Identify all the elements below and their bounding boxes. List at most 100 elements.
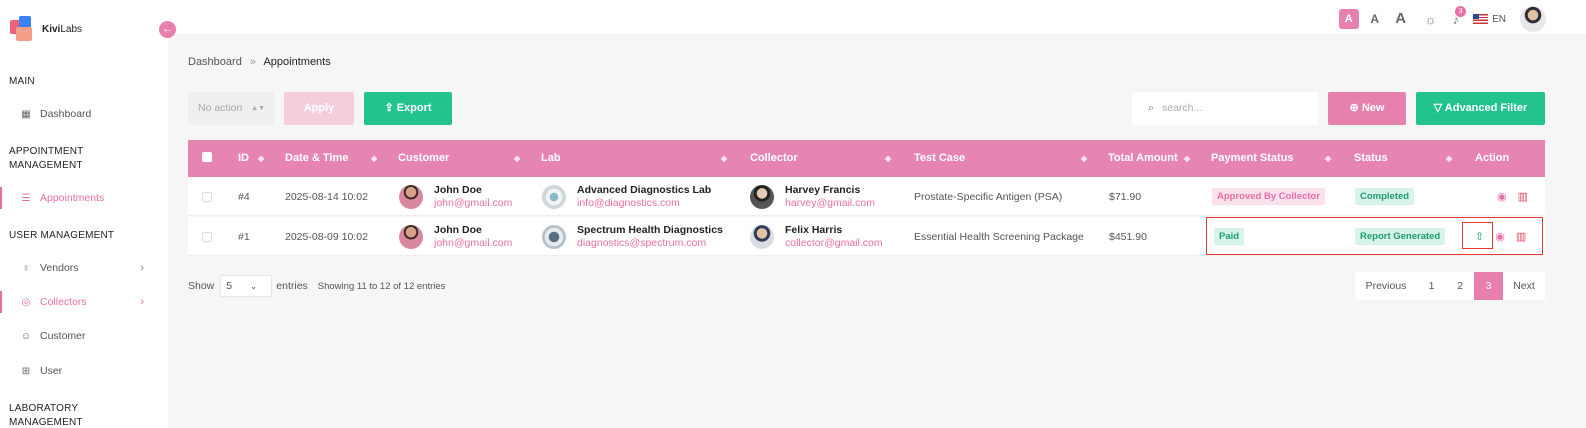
- lab-email-link[interactable]: diagnostics@spectrum.com: [577, 237, 723, 250]
- column-id[interactable]: ID ◆: [238, 140, 264, 177]
- customer-avatar: [399, 184, 423, 209]
- column-total-amount[interactable]: Total Amount ◆: [1108, 140, 1190, 177]
- table-header: ID ◆ Date & Time ◆ Customer ◆ Lab ◆ Collecto…: [188, 140, 1545, 177]
- cell-id: #1: [238, 230, 250, 243]
- breadcrumb: Dashboard » Appointments: [188, 56, 331, 68]
- cell-customer: John Doe john@gmail.com: [399, 177, 512, 216]
- sort-icon: ◆: [258, 154, 265, 163]
- highlight-box-upload: [1462, 222, 1493, 249]
- search-icon: ⌕: [1148, 102, 1155, 114]
- column-collector[interactable]: Collector ◆: [750, 140, 891, 177]
- column-payment-status[interactable]: Payment Status ◆: [1211, 140, 1331, 177]
- bulk-action-select[interactable]: No action ▲▼: [188, 92, 274, 125]
- select-caret-icon: ▲▼: [251, 105, 265, 112]
- topbar: A A A ☼ ♪ 3 EN: [168, 0, 1586, 34]
- pagination-page-1[interactable]: 1: [1417, 272, 1446, 300]
- font-size-small-button[interactable]: A: [1338, 9, 1359, 29]
- cell-actions: ◉ ▥: [1497, 177, 1539, 216]
- lab-avatar: [542, 184, 566, 209]
- cell-amount: $71.90: [1109, 190, 1142, 203]
- column-datetime[interactable]: Date & Time ◆: [285, 140, 377, 177]
- payment-status-badge: Approved By Collector: [1212, 188, 1325, 205]
- cell-datetime: 2025-08-09 10:02: [285, 230, 368, 243]
- cell-customer: John Doe john@gmail.com: [399, 217, 512, 256]
- delete-icon[interactable]: ▥: [1518, 190, 1528, 203]
- chevron-down-icon: ⌄: [249, 281, 258, 291]
- font-size-medium-button[interactable]: A: [1365, 9, 1385, 29]
- view-icon[interactable]: ◉: [1497, 190, 1507, 203]
- sort-icon: ◆: [1081, 154, 1088, 163]
- collector-icon: ◎: [21, 296, 31, 308]
- sort-icon: ◆: [1446, 154, 1453, 163]
- select-all-checkbox[interactable]: [202, 152, 212, 162]
- customer-email-link[interactable]: john@gmail.com: [434, 197, 512, 210]
- search-input[interactable]: ⌕ search...: [1132, 92, 1318, 125]
- column-test-case[interactable]: Test Case ◆: [914, 140, 1087, 177]
- sidebar-item-user[interactable]: ⊞ User: [0, 360, 168, 382]
- show-label: Show: [188, 280, 215, 292]
- sort-icon: ◆: [885, 154, 892, 163]
- cell-collector: Harvey Francis harvey@gmail.com: [750, 177, 875, 216]
- breadcrumb-separator-icon: »: [249, 56, 257, 68]
- sort-icon: ◆: [514, 154, 521, 163]
- cell-lab: Advanced Diagnostics Lab info@diagnostics…: [542, 177, 711, 216]
- sidebar-item-vendors[interactable]: ♀ Vendors ›: [0, 257, 168, 279]
- logo[interactable]: KiviLabs: [10, 16, 82, 42]
- row-checkbox[interactable]: [202, 192, 212, 202]
- pagination-next[interactable]: Next: [1503, 272, 1545, 300]
- collector-email-link[interactable]: harvey@gmail.com: [785, 197, 875, 210]
- column-status[interactable]: Status ◆: [1354, 140, 1452, 177]
- us-flag-icon: [1473, 14, 1489, 24]
- page-size-control: Show 5 ⌄ entries Showing 11 to 12 of 12 …: [188, 275, 445, 297]
- lab-avatar: [542, 224, 566, 249]
- grid-icon: ▦: [21, 108, 31, 120]
- new-appointment-button[interactable]: ⊕ New: [1328, 92, 1406, 125]
- pagination: Previous 1 2 3 Next: [1355, 272, 1545, 300]
- page-size-select[interactable]: 5 ⌄: [220, 275, 273, 297]
- status-badge: Completed: [1355, 188, 1415, 205]
- sidebar-item-label: Appointments: [40, 192, 105, 204]
- pagination-page-3[interactable]: 3: [1474, 272, 1503, 300]
- sidebar-item-collectors[interactable]: ◎ Collectors ›: [0, 291, 168, 313]
- customer-email-link[interactable]: john@gmail.com: [434, 237, 512, 250]
- cell-id: #4: [238, 190, 250, 203]
- cell-lab: Spectrum Health Diagnostics diagnostics@s…: [542, 217, 723, 256]
- sidebar-item-appointments[interactable]: ☰ Appointments: [0, 187, 168, 209]
- user-avatar[interactable]: [1520, 6, 1546, 32]
- lab-email-link[interactable]: info@diagnostics.com: [577, 197, 711, 210]
- language-selector[interactable]: EN: [1473, 14, 1506, 25]
- notification-bell[interactable]: ♪ 3: [1453, 5, 1467, 27]
- cell-status: Completed: [1355, 177, 1415, 216]
- sidebar-collapse-button[interactable]: ←: [159, 21, 176, 38]
- sidebar-item-customer[interactable]: ☺ Customer: [0, 325, 168, 347]
- cell-payment-status: Approved By Collector: [1212, 177, 1325, 216]
- user-icon: ☺: [20, 330, 32, 342]
- section-laboratory: LABORATORY MANAGEMENT: [9, 403, 83, 428]
- theme-toggle-icon[interactable]: ☼: [1425, 12, 1437, 27]
- entries-label: entries: [276, 280, 308, 292]
- pagination-page-2[interactable]: 2: [1446, 272, 1474, 300]
- row-checkbox[interactable]: [202, 232, 212, 242]
- list-icon: ☰: [21, 192, 31, 204]
- font-size-large-button[interactable]: A: [1391, 9, 1411, 29]
- sidebar-item-label: Collectors: [40, 296, 87, 308]
- notification-badge: 3: [1455, 5, 1467, 17]
- table-row[interactable]: #4 2025-08-14 10:02 John Doe john@gmail.c…: [188, 177, 1545, 216]
- sidebar-item-dashboard[interactable]: ▦ Dashboard: [0, 103, 168, 125]
- sort-icon: ◆: [371, 154, 378, 163]
- export-button[interactable]: ⇪ Export: [364, 92, 452, 125]
- chevron-right-icon: ›: [140, 296, 144, 308]
- sidebar-item-label: User: [40, 365, 63, 377]
- column-lab[interactable]: Lab ◆: [541, 140, 727, 177]
- breadcrumb-home[interactable]: Dashboard: [188, 56, 242, 68]
- advanced-filter-button[interactable]: ▽ Advanced Filter: [1416, 92, 1545, 125]
- pagination-previous[interactable]: Previous: [1355, 272, 1417, 300]
- column-customer[interactable]: Customer ◆: [398, 140, 520, 177]
- collector-email-link[interactable]: collector@gmail.com: [785, 237, 883, 250]
- apply-button[interactable]: Apply: [284, 92, 354, 125]
- section-user: USER MANAGEMENT: [9, 230, 115, 241]
- cell-test-case: Essential Health Screening Package: [914, 230, 1084, 243]
- collector-avatar: [750, 224, 774, 249]
- sort-icon: ◆: [1184, 154, 1191, 163]
- sidebar-item-label: Customer: [40, 330, 86, 342]
